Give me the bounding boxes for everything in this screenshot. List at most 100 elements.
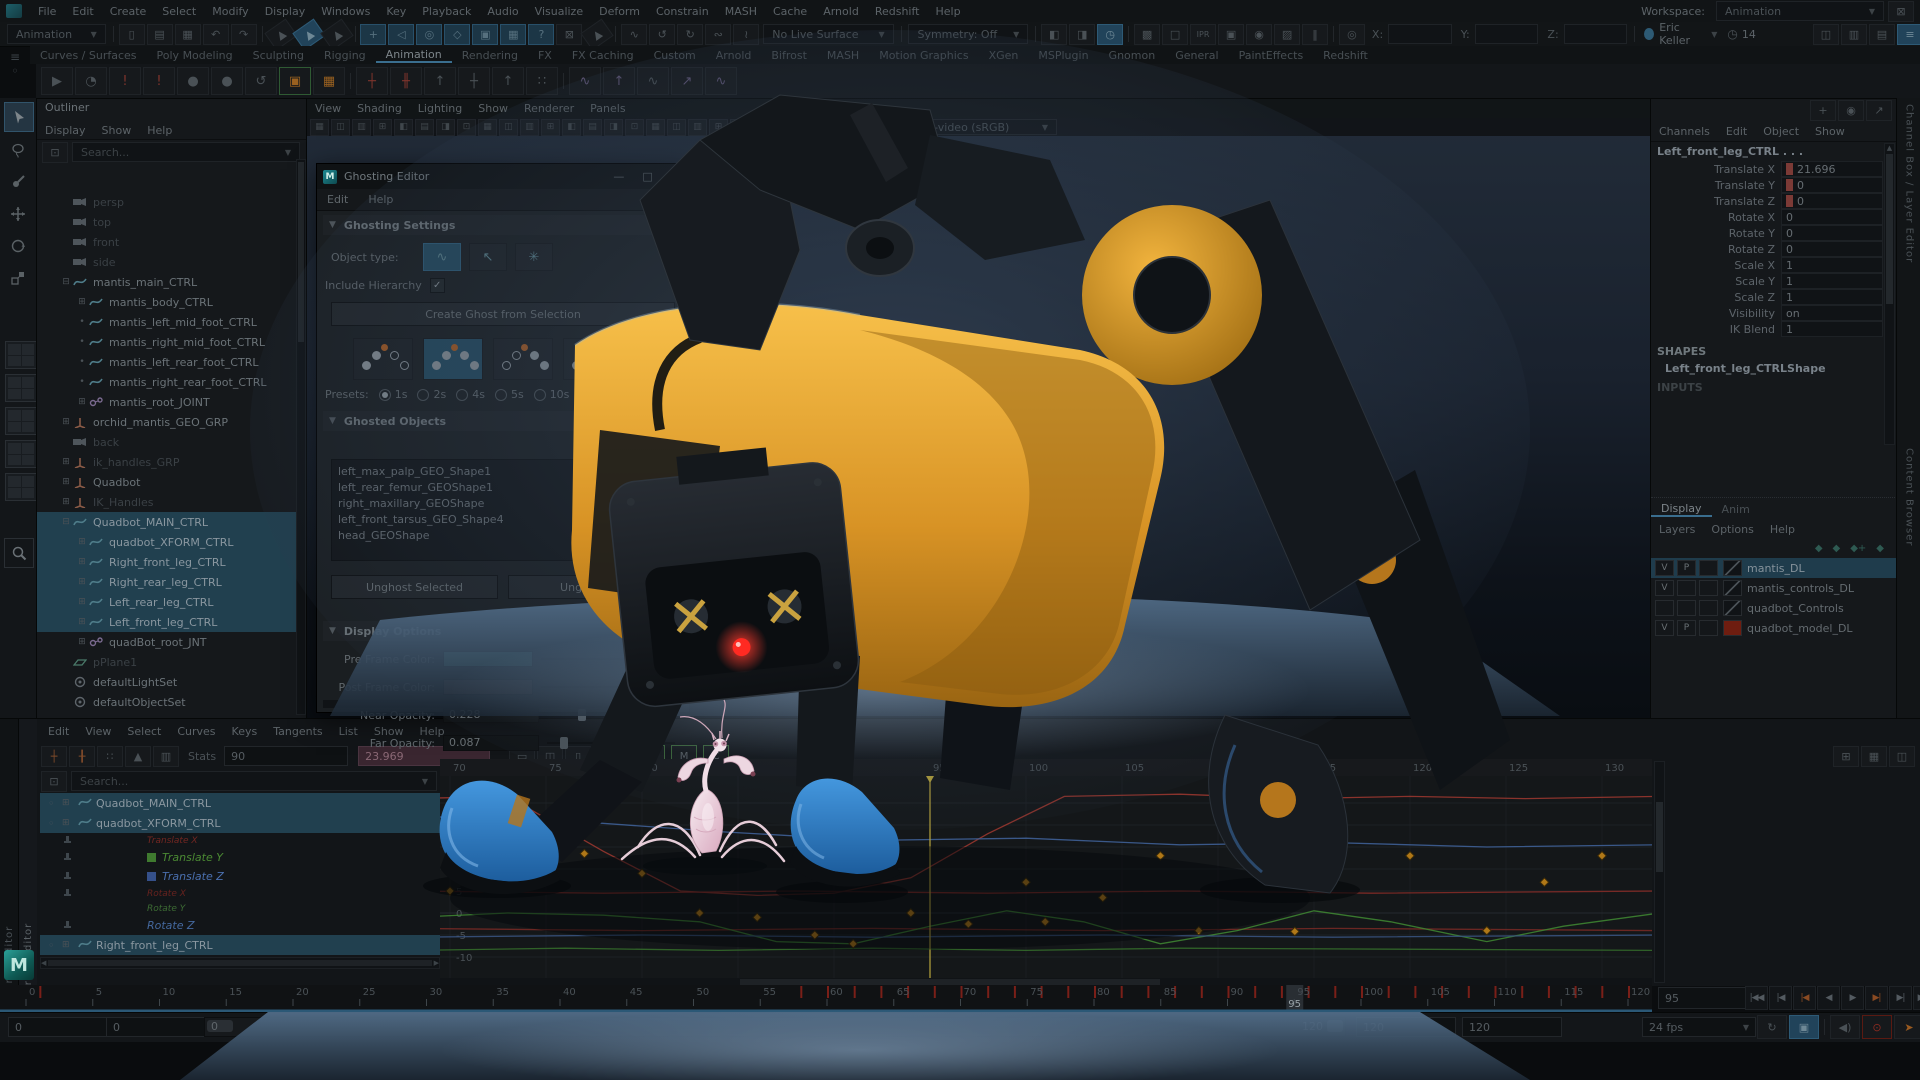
undo-icon[interactable]: ↶ — [203, 24, 229, 45]
expand-toggle-icon[interactable]: • — [75, 377, 89, 387]
dot-b-icon[interactable]: ● — [211, 67, 243, 95]
viewport-icon-3[interactable]: ▥ — [352, 119, 371, 136]
x-coordinate-input[interactable] — [1388, 24, 1452, 44]
shelf-tab-rigging[interactable]: Rigging — [314, 49, 376, 62]
include-hierarchy-checkbox[interactable]: ✓ — [430, 278, 445, 293]
viewport-icon-14[interactable]: ▤ — [583, 119, 602, 136]
graph-search-input[interactable]: Search...▼ — [71, 771, 437, 791]
menu-help[interactable]: Help — [1762, 523, 1803, 536]
expand-toggle-icon[interactable]: ⊞ — [59, 477, 73, 487]
tab-channel-box-layer-editor[interactable]: Channel Box / Layer Editor — [1904, 104, 1915, 434]
viewport-icon-22[interactable]: ▤ — [751, 119, 770, 136]
expand-toggle-icon[interactable]: ⊞ — [59, 457, 73, 467]
construction-curve-icon[interactable]: ∿ — [621, 24, 647, 45]
near-opacity-field[interactable]: 0.228 — [443, 707, 539, 723]
expand-toggle-icon[interactable]: • — [75, 337, 89, 347]
arnold-icon[interactable]: ◉ — [1838, 100, 1864, 121]
open-scene-icon[interactable]: ▤ — [147, 24, 173, 45]
shape-name[interactable]: Left_front_leg_CTRLShape — [1651, 360, 1897, 377]
layer-visibility-toggle[interactable] — [1655, 600, 1674, 616]
channel-value-field[interactable]: 0 — [1781, 177, 1883, 193]
graph-channel-translate-z[interactable]: Translate Z — [40, 867, 440, 886]
menu-edit[interactable]: Edit — [317, 193, 358, 206]
pin-icon[interactable] — [64, 889, 71, 899]
far-opacity-field[interactable]: 0.087 — [443, 735, 539, 751]
channel-value-field[interactable]: 21.696 — [1781, 161, 1883, 177]
volume-icon[interactable]: ◀) — [1830, 1015, 1860, 1039]
channel-value-field[interactable]: 1 — [1781, 321, 1883, 337]
far-opacity-slider[interactable] — [547, 736, 675, 750]
menu-display[interactable]: Display — [37, 124, 94, 137]
pre-frame-color-swatch[interactable] — [443, 651, 533, 667]
expand-toggle-icon[interactable]: ⊞ — [75, 597, 89, 607]
pre-frame-color-slider[interactable] — [541, 652, 675, 666]
loop-mode-icon[interactable]: ↻ — [1757, 1015, 1787, 1039]
shelf-tab-motion-graphics[interactable]: Motion Graphics — [869, 49, 978, 62]
snap-curve-icon[interactable]: ◁ — [388, 24, 414, 45]
ghost-all-types-icon[interactable]: ✳ — [515, 243, 553, 271]
menu-edit[interactable]: Edit — [1718, 125, 1755, 138]
scale-tool[interactable] — [4, 264, 32, 292]
outliner-item-back[interactable]: back — [37, 432, 307, 452]
layer-mantis_DL[interactable]: VPmantis_DL — [1651, 558, 1897, 578]
menu-layers[interactable]: Layers — [1651, 523, 1703, 536]
ghost-pattern-before-after[interactable] — [423, 338, 483, 380]
outliner-item-Left_front_leg_CTRL[interactable]: ⊞Left_front_leg_CTRL — [37, 612, 307, 632]
channel-value-field[interactable]: 1 — [1781, 273, 1883, 289]
outliner-item-front[interactable]: front — [37, 232, 307, 252]
maya-home-icon[interactable] — [6, 4, 22, 18]
region-key-icon[interactable]: ▥ — [153, 746, 179, 767]
unghost-selected-button[interactable]: Unghost Selected — [331, 575, 498, 599]
preset-2s[interactable]: 2s — [407, 388, 446, 401]
range-slider-left-handle[interactable]: 0 — [207, 1020, 233, 1032]
create-ghost-button[interactable]: Create Ghost from Selection — [331, 302, 675, 326]
menu-show[interactable]: Show — [94, 124, 140, 137]
preset-4s[interactable]: 4s — [446, 388, 485, 401]
user-account-menu[interactable]: Eric Keller▼ — [1639, 21, 1717, 47]
menu-deform[interactable]: Deform — [591, 5, 648, 18]
live-surface-field[interactable]: No Live Surface▼ — [763, 24, 893, 44]
menu-file[interactable]: File — [30, 5, 64, 18]
post-frame-color-slider[interactable] — [541, 680, 675, 694]
render-frame-icon[interactable]: ▩ — [1134, 24, 1160, 45]
preset-10s[interactable]: 10s — [524, 388, 570, 401]
buffer-curve-icon[interactable]: ▦ — [1861, 746, 1887, 767]
viewport-icon-11[interactable]: ▥ — [520, 119, 539, 136]
outliner-item-Right_rear_leg_CTRL[interactable]: ⊞Right_rear_leg_CTRL — [37, 572, 307, 592]
go-to-start-button[interactable]: |◀◀ — [1745, 986, 1768, 1010]
layer-mantis_controls_DL[interactable]: Vmantis_controls_DL — [1651, 578, 1897, 598]
range-end-field[interactable]: 120 — [1356, 1017, 1456, 1037]
select-key-icon[interactable]: ▲ — [125, 746, 151, 767]
channel-value-field[interactable]: 0 — [1781, 193, 1883, 209]
graph-channel-rotate-x[interactable]: Rotate X — [40, 886, 440, 901]
layer-playback-toggle[interactable]: P — [1677, 560, 1696, 576]
shelf-tab-fx[interactable]: FX — [528, 49, 562, 62]
shelf-gear-icon[interactable]: ≡◦ — [4, 50, 26, 90]
layer-visibility-toggle[interactable]: V — [1655, 620, 1674, 636]
slider-handle[interactable] — [664, 653, 672, 665]
layer-new-empty-icon[interactable]: ◆+ — [1850, 543, 1866, 554]
panel-layout-icon[interactable]: ◫ — [1813, 24, 1839, 45]
layer-playback-toggle[interactable] — [1677, 600, 1696, 616]
outliner-item-mantis_right_rear_foot_CTRL[interactable]: •mantis_right_rear_foot_CTRL — [37, 372, 307, 392]
expand-toggle-icon[interactable]: ⊞ — [75, 297, 89, 307]
layer-moveup-icon[interactable]: ◆ — [1815, 543, 1823, 554]
viewport-icon-7[interactable]: ◨ — [436, 119, 455, 136]
layer-color-swatch[interactable] — [1723, 620, 1742, 636]
grid-toggle-icon[interactable]: ▤ — [1869, 24, 1895, 45]
expand-toggle-icon[interactable]: ⊞ — [59, 417, 73, 427]
viewport-icon-17[interactable]: ▦ — [646, 119, 665, 136]
ghost-pattern-keys[interactable] — [563, 338, 623, 380]
channel-value-field[interactable]: 0 — [1781, 209, 1883, 225]
graph-editor-curve-view[interactable]: 7075808590951001051101151201251302520151… — [440, 759, 1652, 986]
outliner-item-mantis_body_CTRL[interactable]: ⊞mantis_body_CTRL — [37, 292, 307, 312]
outliner-item-mantis_left_mid_foot_CTRL[interactable]: •mantis_left_mid_foot_CTRL — [37, 312, 307, 332]
graph-vscrollbar[interactable] — [1654, 761, 1665, 983]
dot-a-icon[interactable]: ● — [177, 67, 209, 95]
outliner-item-quadBot_root_JNT[interactable]: ⊞quadBot_root_JNT — [37, 632, 307, 652]
ghosted-object-item[interactable]: left_rear_femur_GEOShape1 — [338, 480, 668, 496]
menu-windows[interactable]: Windows — [313, 5, 378, 18]
history-cw-icon[interactable]: ↻ — [677, 24, 703, 45]
shelf-tab-redshift[interactable]: Redshift — [1313, 49, 1378, 62]
ghost-geometry-icon[interactable]: ∿ — [423, 243, 461, 271]
